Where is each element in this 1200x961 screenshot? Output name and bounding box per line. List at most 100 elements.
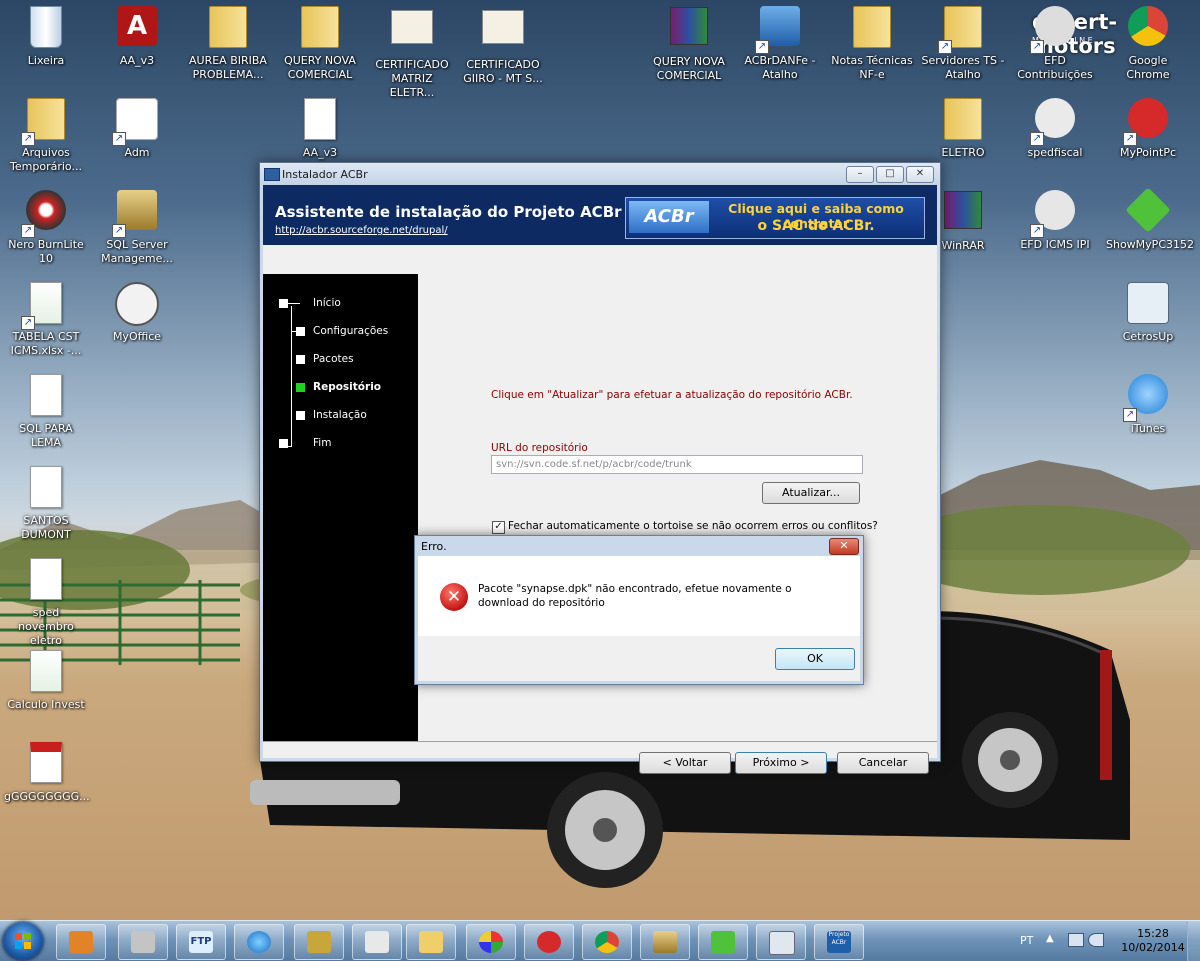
shortcut-arrow-icon: ↗ bbox=[1030, 132, 1044, 146]
myoffice-icon bbox=[115, 282, 159, 326]
desktop-icon-pdf[interactable]: gGGGGGGGG... bbox=[4, 738, 90, 804]
desktop-icon-spedfiscal[interactable]: ↗ spedfiscal bbox=[1013, 94, 1097, 160]
desktop-icon-efd-contribuicoes[interactable]: ↗ EFD Contribuições bbox=[1013, 2, 1097, 82]
desktop-icon-acbrdanfe[interactable]: ↗ ACBrDANFe - Atalho bbox=[738, 2, 822, 82]
taskbar-internet-explorer[interactable] bbox=[234, 924, 284, 960]
show-hidden-icons-icon[interactable]: ▲ bbox=[1046, 933, 1054, 944]
desktop-icon-adm[interactable]: ↗ Adm bbox=[95, 94, 179, 160]
steps-sidebar: Início Configurações Pacotes Repositório… bbox=[263, 274, 418, 741]
desktop-icon-aa-v3-file[interactable]: AA_v3 bbox=[278, 94, 362, 160]
close-button[interactable]: ✕ bbox=[906, 166, 934, 183]
taskbar-mypointpc[interactable] bbox=[524, 924, 574, 960]
shortcut-arrow-icon: ↗ bbox=[21, 316, 35, 330]
cetrosup-icon bbox=[1127, 282, 1169, 324]
7zip-icon bbox=[307, 931, 331, 953]
winrar-icon bbox=[944, 191, 982, 229]
network-icon[interactable] bbox=[1068, 933, 1084, 947]
taskbar-sql-server[interactable] bbox=[640, 924, 690, 960]
taskbar-paint[interactable] bbox=[466, 924, 516, 960]
recycle-bin-icon bbox=[30, 6, 62, 48]
taskbar-explorer[interactable] bbox=[406, 924, 456, 960]
desktop-icon-notas-tecnicas[interactable]: Notas Técnicas NF-e bbox=[830, 2, 914, 82]
taskbar-media-player[interactable] bbox=[56, 924, 106, 960]
dialog-message-area: ✕ Pacote "synapse.dpk" não encontrado, e… bbox=[418, 556, 860, 636]
taskbar-ftp[interactable]: FTP bbox=[176, 924, 226, 960]
desktop-icon-aurea-biriba[interactable]: AUREA BIRIBA PROBLEMA... bbox=[186, 2, 270, 82]
desktop-icon-myoffice[interactable]: MyOffice bbox=[95, 278, 179, 344]
file-icon bbox=[304, 98, 336, 140]
volume-icon[interactable] bbox=[1088, 933, 1104, 947]
maximize-button[interactable]: □ bbox=[876, 166, 904, 183]
auto-close-label[interactable]: Fechar automaticamente o tortoise se não… bbox=[508, 520, 878, 532]
folder-icon bbox=[301, 6, 339, 48]
shortcut-arrow-icon: ↗ bbox=[1030, 40, 1044, 54]
desktop-icon-certificado-matriz[interactable]: CERTIFICADO MATRIZ ELETR... bbox=[370, 2, 454, 100]
projeto-acbr-icon: Projeto ACBr bbox=[827, 931, 851, 953]
clock[interactable]: 15:28 10/02/2014 bbox=[1118, 927, 1188, 955]
taskbar-tool[interactable] bbox=[352, 924, 402, 960]
taskbar-projeto-acbr[interactable]: Projeto ACBr bbox=[814, 924, 864, 960]
desktop-icon-efd-icms-ipi[interactable]: ↗ EFD ICMS IPI bbox=[1013, 186, 1097, 252]
step-bullet bbox=[296, 327, 305, 336]
installer-titlebar[interactable]: Instalador ACBr – □ ✕ bbox=[260, 163, 940, 185]
desktop-icon-calculo-invest[interactable]: Calculo Invest bbox=[4, 646, 88, 712]
desktop-icon-sql-para-lema[interactable]: SQL PARA LEMA bbox=[4, 370, 88, 450]
project-link[interactable]: http://acbr.sourceforge.net/drupal/ bbox=[275, 225, 448, 236]
ok-button[interactable]: OK bbox=[775, 648, 855, 670]
desktop-icon-google-chrome[interactable]: Google Chrome bbox=[1106, 2, 1190, 82]
desktop-icon-servidores-ts[interactable]: ↗ Servidores TS - Atalho bbox=[921, 2, 1005, 82]
taskbar-showmypc[interactable] bbox=[698, 924, 748, 960]
footer-separator bbox=[263, 741, 937, 742]
back-button[interactable]: < Voltar bbox=[639, 752, 731, 774]
sac-banner[interactable]: ACBr Clique aqui e saiba como contratar … bbox=[625, 197, 925, 239]
taskbar-calculator[interactable] bbox=[756, 924, 806, 960]
cancel-button[interactable]: Cancelar bbox=[837, 752, 929, 774]
desktop-icon-itunes[interactable]: ↗ iTunes bbox=[1106, 370, 1190, 436]
dialog-close-button[interactable]: ✕ bbox=[829, 538, 859, 555]
folder-config-icon bbox=[131, 931, 155, 953]
desktop-icon-query-nova-comercial[interactable]: QUERY NOVA COMERCIAL bbox=[278, 2, 362, 82]
calculator-icon bbox=[769, 931, 795, 955]
clock-time: 15:28 bbox=[1137, 927, 1169, 940]
repository-url-input[interactable]: svn://svn.code.sf.net/p/acbr/code/trunk bbox=[491, 455, 863, 474]
dialog-titlebar[interactable]: Erro. ✕ bbox=[415, 536, 863, 556]
desktop-icon-sped-novembro[interactable]: sped novembro eletro bbox=[4, 554, 88, 648]
desktop-icon-santos-dumont[interactable]: SANTOS DUMONT bbox=[4, 462, 88, 542]
desktop-icon-tabela-cst[interactable]: ↗ TABELA CST ICMS.xlsx -... bbox=[4, 278, 88, 358]
step-fim: Fim bbox=[313, 437, 332, 449]
desktop-icon-eletro[interactable]: ELETRO bbox=[921, 94, 1005, 160]
access-icon: A bbox=[117, 6, 157, 46]
language-indicator[interactable]: PT bbox=[1020, 934, 1033, 947]
step-bullet bbox=[279, 299, 288, 308]
folder-icon bbox=[209, 6, 247, 48]
explorer-icon bbox=[419, 931, 443, 953]
step-repositorio: Repositório bbox=[313, 381, 382, 393]
next-button[interactable]: Próximo > bbox=[735, 752, 827, 774]
desktop-icon-sql-server[interactable]: ↗ SQL Server Manageme... bbox=[95, 186, 179, 266]
desktop-icon-certificado-giiro[interactable]: CERTIFICADO GIIRO - MT S... bbox=[461, 2, 545, 86]
desktop-icon-query-nova-comercial-2[interactable]: QUERY NOVA COMERCIAL bbox=[647, 2, 731, 83]
show-desktop-button[interactable] bbox=[1187, 921, 1200, 961]
ftp-icon: FTP bbox=[189, 931, 213, 953]
desktop-icon-nero[interactable]: ↗ Nero BurnLite 10 bbox=[4, 186, 88, 266]
chrome-icon bbox=[1128, 6, 1168, 46]
taskbar-folder-config[interactable] bbox=[118, 924, 168, 960]
showmypc-icon bbox=[1125, 187, 1171, 233]
header-banner: Assistente de instalação do Projeto ACBr… bbox=[263, 185, 937, 245]
taskbar-chrome[interactable] bbox=[582, 924, 632, 960]
desktop-icon-mypointpc[interactable]: ↗ MyPointPc bbox=[1106, 94, 1190, 160]
taskbar-7zip[interactable] bbox=[294, 924, 344, 960]
desktop-icon-cetrosup[interactable]: CetrosUp bbox=[1106, 278, 1190, 344]
app-icon bbox=[264, 168, 280, 181]
desktop-icon-lixeira[interactable]: Lixeira bbox=[4, 2, 88, 68]
start-button[interactable] bbox=[3, 922, 43, 960]
auto-close-checkbox[interactable]: ✓ bbox=[492, 521, 505, 534]
update-button[interactable]: Atualizar... bbox=[762, 482, 860, 504]
desktop-icon-aa-v3[interactable]: A AA_v3 bbox=[95, 2, 179, 68]
desktop-icon-showmypc[interactable]: ShowMyPC3152 bbox=[1106, 186, 1194, 252]
desktop-icon-arquivos-temporarios[interactable]: ↗ Arquivos Temporário... bbox=[4, 94, 88, 174]
tool-icon bbox=[365, 931, 389, 953]
step-instalacao: Instalação bbox=[313, 409, 367, 421]
minimize-button[interactable]: – bbox=[846, 166, 874, 183]
error-icon: ✕ bbox=[440, 583, 468, 611]
